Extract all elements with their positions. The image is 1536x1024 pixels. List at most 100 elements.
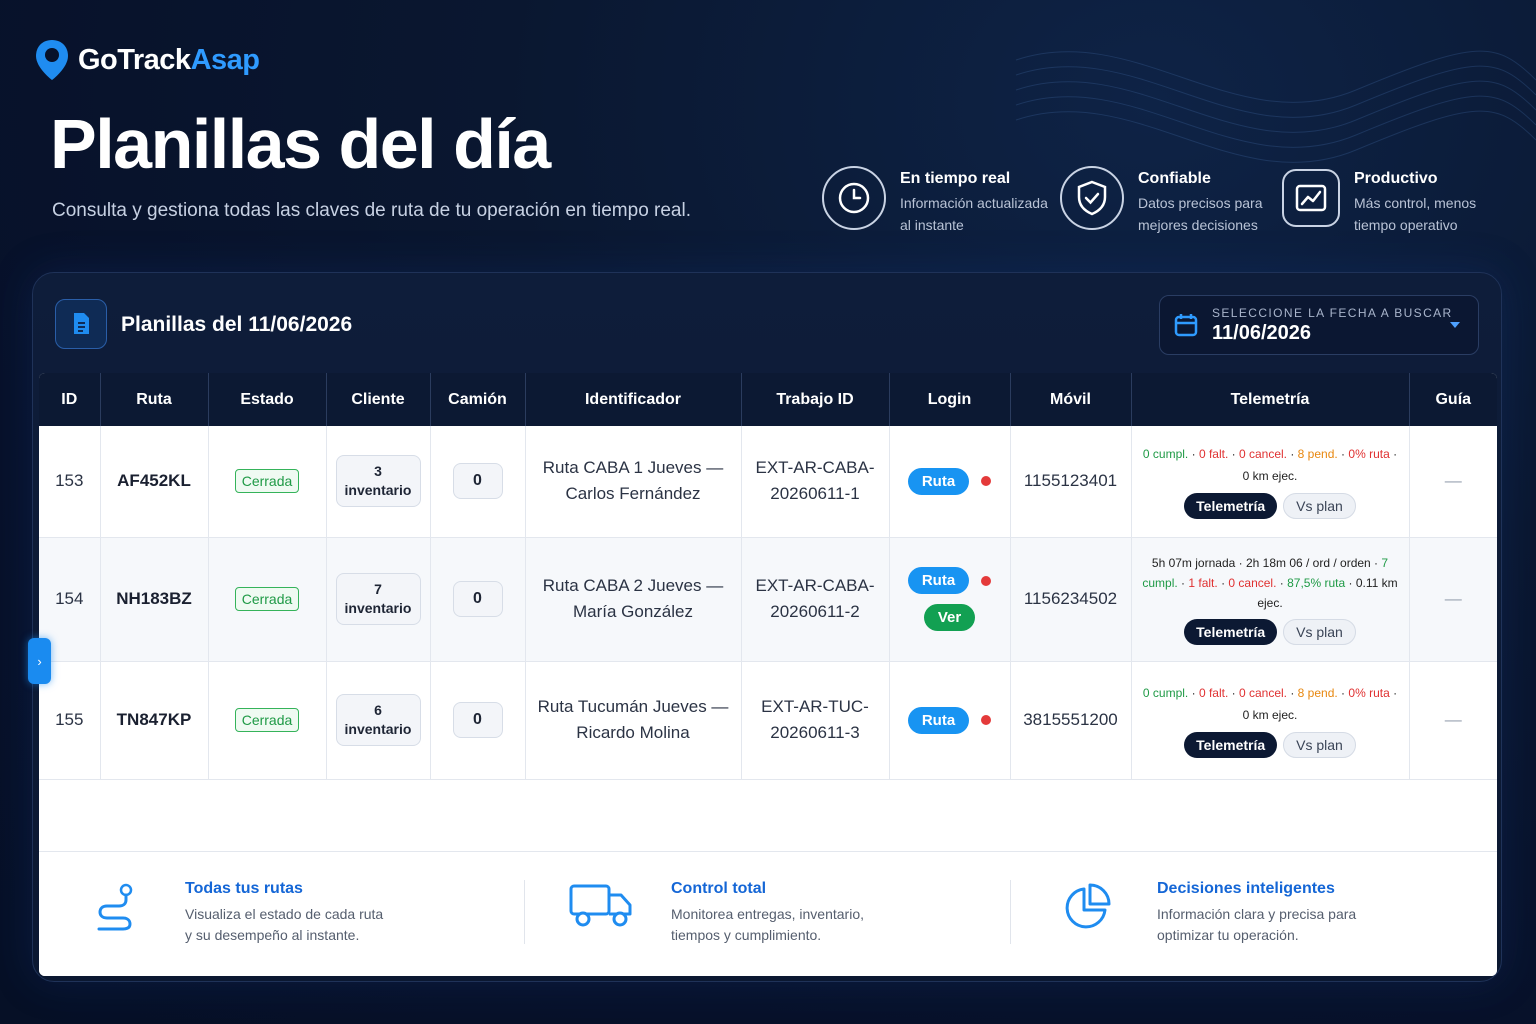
cell-login: Ruta <box>889 661 1011 780</box>
telemetry-summary: 0 cumpl. · 0 falt. · 0 cancel. · 8 pend.… <box>1142 686 1398 722</box>
telemetry-button[interactable]: Telemetría <box>1184 732 1278 758</box>
route-icon <box>75 880 155 932</box>
feature-title: En tiempo real <box>900 170 1011 187</box>
page-subtitle: Consulta y gestiona todas las claves de … <box>52 200 691 221</box>
brand-logo[interactable]: GoTrackAsap <box>34 38 260 82</box>
date-picker[interactable]: SELECCIONE LA FECHA A BUSCAR 11/06/2026 <box>1159 295 1479 355</box>
client-inventory-button[interactable]: 3 inventario <box>335 455 421 508</box>
cell-telemetry: 0 cumpl. · 0 falt. · 0 cancel. · 8 pend.… <box>1131 426 1410 538</box>
cell-job-id: EXT-AR-TUC- 20260611-3 <box>741 661 890 780</box>
status-dot <box>981 476 992 487</box>
cell-login: Ruta Ver <box>889 537 1011 662</box>
col-header-client[interactable]: Cliente <box>326 373 431 426</box>
client-inventory-button[interactable]: 6 inventario <box>335 694 421 746</box>
status-badge: Cerrada <box>234 587 300 611</box>
date-picker-label: SELECCIONE LA FECHA A BUSCAR <box>1212 305 1453 320</box>
truck-count[interactable]: 0 <box>452 581 503 617</box>
col-header-route[interactable]: Ruta <box>100 373 209 426</box>
col-header-status[interactable]: Estado <box>208 373 327 426</box>
benefit-title: Decisiones inteligentes <box>1157 880 1335 897</box>
cell-identifier: Ruta CABA 2 Jueves — María González <box>525 537 742 662</box>
cell-route: TN847KP <box>100 661 209 780</box>
feature-productive: Productivo Más control, menos tiempo ope… <box>1282 166 1492 236</box>
feature-reliable: Confiable Datos precisos para mejores de… <box>1060 166 1272 236</box>
shield-check-icon <box>1060 166 1124 230</box>
cell-mobile: 3815551200 <box>1010 661 1132 780</box>
clock-icon <box>822 166 886 230</box>
brand-name: GoTrackAsap <box>78 43 260 76</box>
truck-count[interactable]: 0 <box>452 463 503 500</box>
cell-mobile: 1156234502 <box>1010 537 1132 662</box>
benefit-desc: tiempos y cumplimiento. <box>671 927 822 943</box>
telemetry-summary: 5h 07m jornada · 2h 18m 06 / ord / orden… <box>1142 556 1398 610</box>
login-route-button[interactable]: Ruta <box>907 567 970 594</box>
cell-status: Cerrada <box>208 661 327 780</box>
cell-id: 153 <box>39 426 101 538</box>
status-badge: Cerrada <box>234 708 300 732</box>
cell-client: 6 inventario <box>326 661 431 780</box>
pie-chart-icon <box>1047 880 1127 932</box>
chart-trend-icon <box>1282 169 1340 227</box>
benefit-control: Control total Monitorea entregas, invent… <box>525 852 1011 976</box>
cell-status: Cerrada <box>208 537 327 662</box>
cell-guide: — <box>1409 426 1497 538</box>
benefit-desc: y su desempeño al instante. <box>185 927 360 943</box>
col-header-id[interactable]: ID <box>39 373 101 426</box>
benefit-routes: Todas tus rutas Visualiza el estado de c… <box>39 852 525 976</box>
benefit-desc: Visualiza el estado de cada ruta <box>185 906 384 922</box>
feature-desc: Información actualizada <box>900 195 1048 211</box>
vs-plan-button[interactable]: Vs plan <box>1283 619 1356 645</box>
benefit-desc: Información clara y precisa para <box>1157 906 1357 922</box>
telemetry-summary: 0 cumpl. · 0 falt. · 0 cancel. · 8 pend.… <box>1142 447 1398 484</box>
benefit-desc: optimizar tu operación. <box>1157 927 1299 943</box>
cell-route: AF452KL <box>100 426 209 538</box>
login-route-button[interactable]: Ruta <box>907 467 970 495</box>
cell-truck: 0 <box>430 661 526 780</box>
date-picker-value: 11/06/2026 <box>1212 321 1311 344</box>
features-row: En tiempo real Información actualizada a… <box>822 166 1502 236</box>
vs-plan-button[interactable]: Vs plan <box>1283 732 1356 758</box>
col-header-login[interactable]: Login <box>889 373 1011 426</box>
feature-desc: mejores decisiones <box>1138 217 1258 233</box>
cell-job-id: EXT-AR-CABA- 20260611-1 <box>741 426 890 538</box>
truck-icon <box>561 880 641 928</box>
planillas-panel: Planillas del 11/06/2026 SELECCIONE LA F… <box>32 272 1502 982</box>
status-dot <box>981 575 992 586</box>
benefit-title: Todas tus rutas <box>185 880 303 897</box>
cell-guide: — <box>1409 661 1497 780</box>
cell-client: 7 inventario <box>326 537 431 662</box>
cell-login: Ruta <box>889 426 1011 538</box>
status-badge: Cerrada <box>234 469 300 494</box>
cell-guide: — <box>1409 537 1497 662</box>
table-row: 154 NH183BZ Cerrada 7 inventario 0 Ruta C… <box>39 537 1497 662</box>
col-header-truck[interactable]: Camión <box>430 373 526 426</box>
truck-count[interactable]: 0 <box>452 702 503 738</box>
telemetry-button[interactable]: Telemetría <box>1184 493 1278 520</box>
feature-desc: Más control, menos <box>1354 195 1477 211</box>
col-header-job-id[interactable]: Trabajo ID <box>741 373 890 426</box>
col-header-telemetry[interactable]: Telemetría <box>1131 373 1410 426</box>
status-dot <box>981 715 992 725</box>
table-header-row: ID Ruta Estado Cliente Camión Identifica… <box>39 373 1497 426</box>
cell-telemetry: 5h 07m jornada · 2h 18m 06 / ord / orden… <box>1131 537 1410 662</box>
login-route-button[interactable]: Ruta <box>907 706 970 734</box>
cell-telemetry: 0 cumpl. · 0 falt. · 0 cancel. · 8 pend.… <box>1131 661 1410 780</box>
chevron-down-icon <box>1450 322 1460 328</box>
planillas-table: ID Ruta Estado Cliente Camión Identifica… <box>39 373 1497 976</box>
feature-title: Productivo <box>1354 170 1438 187</box>
benefit-title: Control total <box>671 880 767 897</box>
vs-plan-button[interactable]: Vs plan <box>1283 493 1356 520</box>
page-title: Planillas del día <box>50 105 551 183</box>
chevron-right-icon: › <box>37 653 42 669</box>
col-header-mobile[interactable]: Móvil <box>1010 373 1132 426</box>
sidebar-toggle-button[interactable]: › <box>28 638 51 684</box>
col-header-guide[interactable]: Guía <box>1409 373 1497 426</box>
benefit-decisions: Decisiones inteligentes Información clar… <box>1011 852 1497 976</box>
col-header-identifier[interactable]: Identificador <box>525 373 742 426</box>
feature-title: Confiable <box>1138 170 1211 187</box>
telemetry-button[interactable]: Telemetría <box>1184 619 1278 645</box>
client-inventory-button[interactable]: 7 inventario <box>335 573 421 625</box>
cell-job-id: EXT-AR-CABA- 20260611-2 <box>741 537 890 662</box>
cell-route: NH183BZ <box>100 537 209 662</box>
login-view-button[interactable]: Ver <box>923 604 976 631</box>
